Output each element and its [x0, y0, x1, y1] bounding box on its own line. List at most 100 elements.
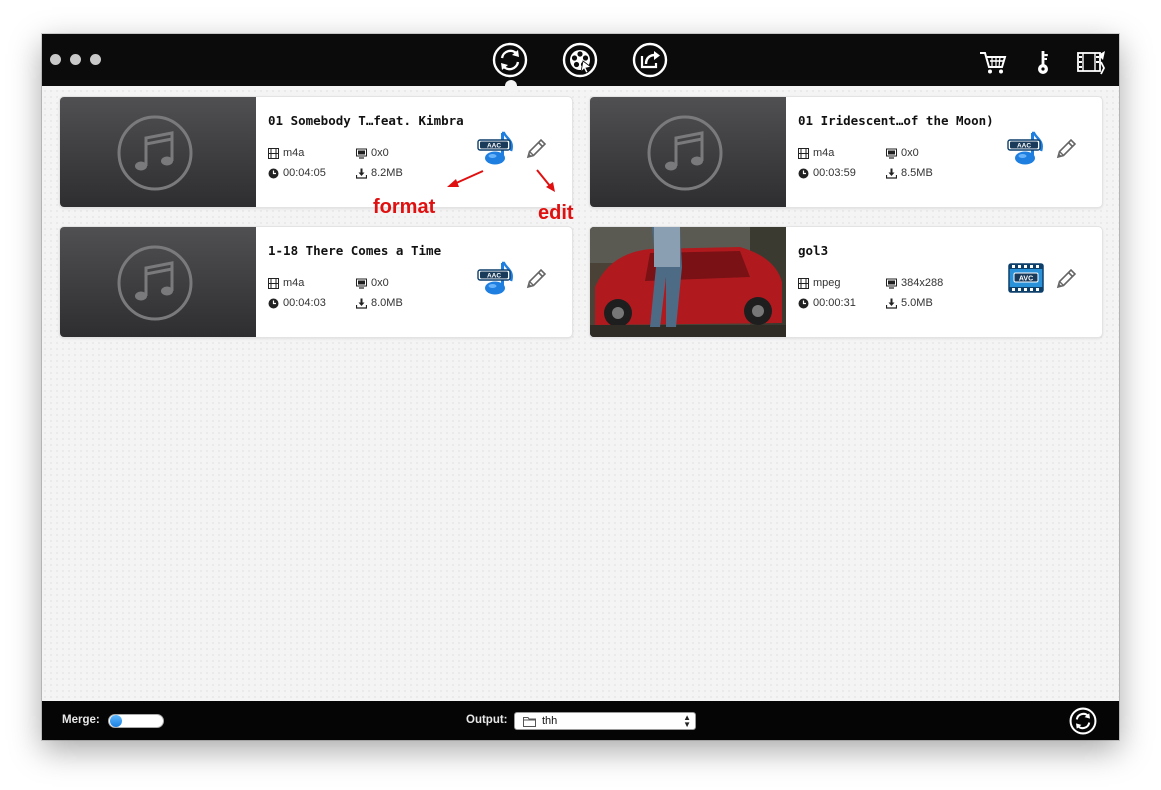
duration-value: 00:04:05 [283, 167, 326, 179]
merge-label: Merge: [62, 714, 100, 726]
svg-text:AVC: AVC [1019, 276, 1033, 283]
convert-icon [492, 42, 528, 78]
download-icon [886, 168, 897, 179]
music-icon [117, 245, 193, 321]
clock-icon [268, 298, 279, 308]
svg-text:AAC: AAC [487, 273, 501, 280]
media-format: mpeg [798, 277, 841, 289]
pencil-icon [1056, 268, 1077, 289]
duration-value: 00:04:03 [283, 297, 326, 309]
media-title: 01 Iridescent…of the Moon) [798, 113, 994, 128]
active-tab-indicator [505, 80, 517, 92]
film-icon [268, 277, 279, 289]
share-tab-button[interactable] [632, 42, 668, 78]
music-icon [647, 115, 723, 191]
media-resolution: 0x0 [356, 277, 389, 289]
media-size: 8.5MB [886, 167, 933, 179]
output-format-button[interactable]: AAC [477, 261, 515, 295]
video-tools-button[interactable] [1076, 48, 1106, 76]
media-duration: 00:03:59 [798, 167, 856, 179]
duration-value: 00:03:59 [813, 167, 856, 179]
svg-text:AAC: AAC [1017, 143, 1031, 150]
edit-button[interactable] [1054, 267, 1078, 291]
media-item-card[interactable]: 01 Iridescent…of the Moon) m4a 0x0 00:03:59… [589, 96, 1103, 208]
svg-text:AAC: AAC [487, 143, 501, 150]
edit-annotation: edit [538, 202, 574, 224]
media-tab-button[interactable] [562, 42, 598, 78]
music-icon [117, 115, 193, 191]
film-icon [798, 277, 809, 289]
bottom-bar: Merge: Output: thh ▲ ▼ [42, 701, 1119, 740]
aac-format-icon: AAC [477, 131, 513, 165]
edit-button[interactable] [524, 137, 548, 161]
output-folder-value: thh [542, 715, 558, 727]
media-format: m4a [268, 147, 304, 159]
store-button[interactable] [978, 48, 1008, 76]
convert-tab-button[interactable] [492, 42, 528, 78]
media-thumbnail[interactable] [590, 97, 786, 207]
share-icon [632, 42, 668, 78]
film-icon [798, 147, 809, 159]
media-resolution: 0x0 [886, 147, 919, 159]
film-reel-icon [562, 42, 598, 78]
title-bar [42, 34, 1119, 92]
edit-button[interactable] [524, 267, 548, 291]
key-icon [1038, 51, 1048, 74]
media-thumbnail[interactable] [60, 227, 256, 337]
download-icon [356, 168, 367, 179]
media-size: 8.0MB [356, 297, 403, 309]
media-thumbnail[interactable] [60, 97, 256, 207]
media-duration: 00:00:31 [798, 297, 856, 309]
media-title: 01 Somebody T…feat. Kimbra [268, 113, 464, 128]
aac-format-icon: AAC [1007, 131, 1043, 165]
media-duration: 00:04:05 [268, 167, 326, 179]
format-value: m4a [283, 147, 305, 159]
pencil-icon [1056, 138, 1077, 159]
select-arrows-icon: ▲ ▼ [683, 713, 691, 729]
resolution-value: 0x0 [371, 147, 389, 159]
monitor-icon [356, 148, 367, 159]
media-thumbnail[interactable] [590, 227, 786, 337]
register-button[interactable] [1028, 48, 1058, 76]
media-title: gol3 [798, 243, 829, 258]
format-value: m4a [813, 147, 835, 159]
media-item-card[interactable]: 1-18 There Comes a Time m4a 0x0 00:04:03 8.0… [59, 226, 573, 338]
output-format-button[interactable]: AAC [1007, 131, 1045, 165]
convert-icon [1069, 707, 1097, 735]
output-label: Output: [466, 714, 508, 726]
close-window-button[interactable] [50, 54, 61, 65]
window-controls [50, 54, 101, 65]
avc-format-icon: AVC [1008, 263, 1044, 293]
monitor-icon [886, 278, 897, 289]
duration-value: 00:00:31 [813, 297, 856, 309]
merge-toggle[interactable] [108, 714, 164, 728]
film-icon [268, 147, 279, 159]
start-convert-button[interactable] [1069, 707, 1097, 735]
media-size: 8.2MB [356, 167, 403, 179]
resolution-value: 0x0 [901, 147, 919, 159]
media-item-card[interactable]: gol3 mpeg 384x288 00:00:31 5.0MB AVC [589, 226, 1103, 338]
output-format-button[interactable]: AAC [477, 131, 515, 165]
media-duration: 00:04:03 [268, 297, 326, 309]
edit-button[interactable] [1054, 137, 1078, 161]
output-format-button[interactable]: AVC [1007, 261, 1045, 295]
aac-format-icon: AAC [477, 261, 513, 295]
folder-icon [523, 716, 536, 727]
minimize-window-button[interactable] [70, 54, 81, 65]
resolution-value: 0x0 [371, 277, 389, 289]
media-resolution: 0x0 [356, 147, 389, 159]
format-annotation: format [373, 196, 436, 218]
pencil-icon [526, 138, 547, 159]
resolution-value: 384x288 [901, 277, 944, 289]
media-resolution: 384x288 [886, 277, 943, 289]
download-icon [886, 298, 897, 309]
merge-toggle-knob[interactable] [110, 715, 122, 727]
clock-icon [798, 298, 809, 308]
monitor-icon [886, 148, 897, 159]
clock-icon [798, 168, 809, 178]
output-folder-select[interactable]: thh ▲ ▼ [514, 712, 696, 730]
media-title: 1-18 There Comes a Time [268, 243, 442, 258]
media-item-card[interactable]: 01 Somebody T…feat. Kimbra m4a 0x0 00:04:05… [59, 96, 573, 208]
cart-icon [980, 52, 1007, 74]
zoom-window-button[interactable] [90, 54, 101, 65]
